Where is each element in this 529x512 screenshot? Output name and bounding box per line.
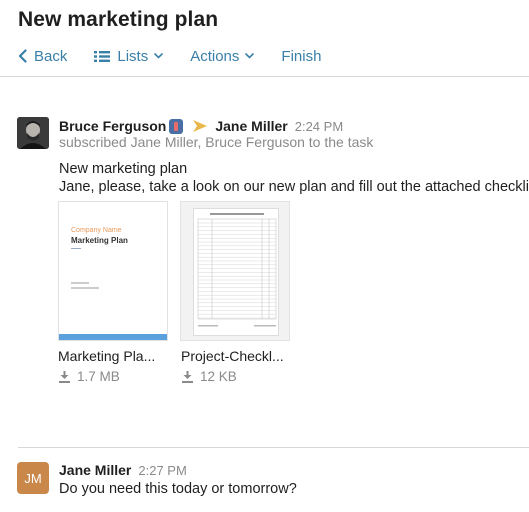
page-title: New marketing plan [18, 8, 219, 31]
thumbnail-company: Company Name [71, 227, 122, 234]
avatar[interactable] [17, 117, 49, 149]
message-header: Bruce Ferguson Jane Miller 2:24 PM [59, 118, 343, 134]
subscription-note: subscribed Jane Miller, Bruce Ferguson t… [59, 134, 374, 150]
message-line: New marketing plan [59, 161, 188, 177]
chevron-left-icon [18, 49, 27, 63]
attachment-name[interactable]: Project-Checkl... [181, 348, 284, 364]
finish-button[interactable]: Finish [281, 48, 321, 65]
lists-menu-button[interactable]: Lists [94, 47, 164, 65]
message-time: 2:24 PM [294, 118, 344, 134]
avatar[interactable]: JM [17, 462, 49, 494]
author-name[interactable]: Bruce Ferguson [59, 118, 166, 134]
actions-label: Actions [190, 47, 240, 65]
list-icon [94, 50, 111, 63]
attachment-name[interactable]: Marketing Pla... [58, 348, 155, 364]
attachment-size: 1.7 MB [58, 369, 120, 384]
attachment-thumbnail[interactable] [180, 201, 290, 341]
toolbar-divider [0, 76, 529, 77]
message-divider [18, 447, 529, 448]
chevron-down-icon [245, 53, 255, 59]
checklist-preview [193, 208, 279, 336]
lists-label: Lists [117, 47, 149, 65]
message-time: 2:27 PM [138, 462, 187, 478]
attachment-size-label: 1.7 MB [77, 369, 120, 384]
flag-arrow-icon [193, 120, 208, 132]
thumbnail-bar [59, 334, 167, 340]
author-name[interactable]: Jane Miller [59, 462, 131, 478]
toolbar: Back Lists Actions Finish [18, 45, 348, 67]
back-label: Back [34, 47, 68, 65]
finish-label: Finish [281, 47, 322, 65]
attachment-thumbnail[interactable]: Company Name Marketing Plan [58, 201, 168, 341]
back-button[interactable]: Back [18, 48, 67, 65]
download-icon[interactable] [181, 370, 194, 383]
message-line: Jane, please, take a look on our new pla… [59, 179, 529, 195]
recipient-name[interactable]: Jane Miller [215, 118, 287, 134]
attachment-size-label: 12 KB [200, 369, 237, 384]
download-icon[interactable] [58, 370, 71, 383]
message-header: Jane Miller 2:27 PM [59, 462, 187, 478]
user-badge-icon [169, 118, 184, 134]
chevron-down-icon [154, 53, 164, 59]
attachment-size: 12 KB [181, 369, 237, 384]
message-text: Do you need this today or tomorrow? [59, 481, 297, 497]
actions-menu-button[interactable]: Actions [190, 47, 255, 65]
thumbnail-title: Marketing Plan [71, 236, 128, 245]
